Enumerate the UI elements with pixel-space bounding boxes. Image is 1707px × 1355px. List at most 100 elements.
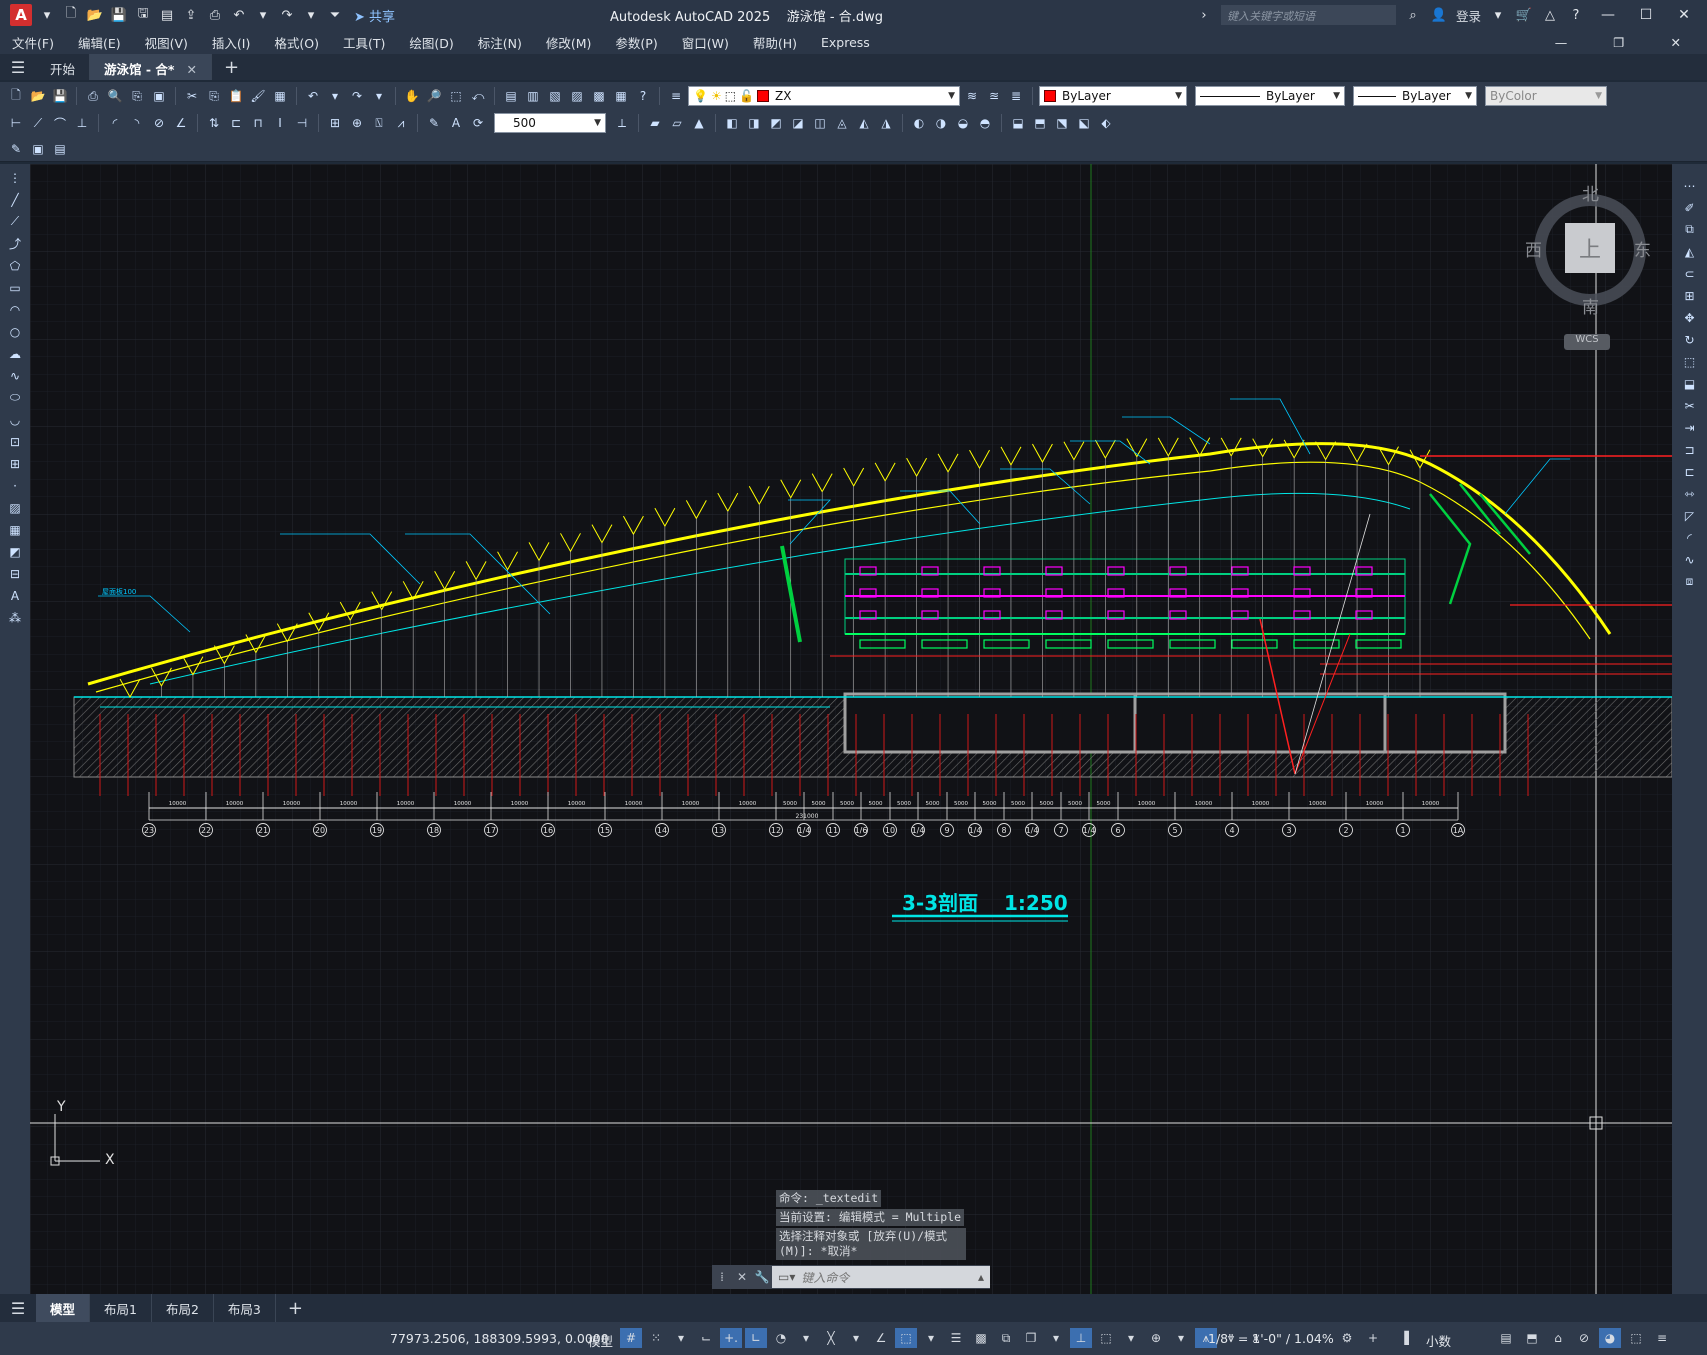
paste-icon[interactable]: 📋 (226, 86, 246, 106)
shell-icon[interactable]: ◐ (909, 113, 929, 133)
array3d-icon[interactable]: ⬔ (1052, 113, 1072, 133)
3d-osnap-icon[interactable]: ❐ (1020, 1328, 1042, 1348)
move3d-icon[interactable]: ⬖ (1096, 113, 1116, 133)
expand-arrow-icon[interactable]: › (1195, 6, 1213, 24)
section-title[interactable]: 3-3剖面 (902, 891, 978, 915)
plot-icon[interactable]: ⎙ (83, 86, 103, 106)
tab-start[interactable]: 开始 (36, 54, 91, 80)
new-icon[interactable]: 🗋 (6, 86, 26, 106)
gear-icon[interactable]: ⚙ (1336, 1328, 1358, 1348)
zoom-window-icon[interactable]: ⬚ (446, 86, 466, 106)
trim-icon[interactable]: ✂ (1681, 396, 1699, 415)
point-icon[interactable]: · (6, 476, 24, 495)
transparency-icon[interactable]: ▩ (970, 1328, 992, 1348)
snap-dropdown-icon[interactable]: ▾ (670, 1328, 692, 1348)
doc-minimize-button[interactable]: — (1543, 35, 1580, 50)
insert-block-icon[interactable]: ⊡ (6, 432, 24, 451)
isolate-icon[interactable]: ⌂ (1547, 1328, 1569, 1348)
jogged-linear-icon[interactable]: ⩘ (391, 113, 411, 133)
thicken-icon[interactable]: ◒ (953, 113, 973, 133)
undo-dropdown-icon[interactable]: ▾ (254, 6, 272, 24)
app-logo[interactable]: A (10, 4, 32, 26)
command-prompt-icon[interactable]: ▭▾ (778, 1270, 795, 1284)
new-file-icon[interactable]: 🗋 (62, 6, 80, 24)
fillet-icon[interactable]: ◜ (1681, 528, 1699, 547)
polyline-icon[interactable]: ⤴ (6, 234, 24, 253)
circle-icon[interactable]: ○ (6, 322, 24, 341)
user-icon[interactable]: 👤 (1430, 6, 1448, 24)
revolve-icon[interactable]: ◪ (788, 113, 808, 133)
cart-icon[interactable]: 🛒 (1515, 6, 1533, 24)
undo-icon[interactable]: ↶ (230, 6, 248, 24)
hatch-icon[interactable]: ▨ (6, 498, 24, 517)
open-file-icon[interactable]: 📂 (86, 6, 104, 24)
union-icon[interactable]: ◬ (832, 113, 852, 133)
menu-window[interactable]: 窗口(W) (670, 33, 741, 52)
gizmo-dropdown-icon[interactable]: ▾ (1170, 1328, 1192, 1348)
center-mark-icon[interactable]: ⊕ (347, 113, 367, 133)
ordinate-icon[interactable]: ⊥ (72, 113, 92, 133)
redo-list-icon[interactable]: ▾ (369, 86, 389, 106)
redo-dropdown-icon[interactable]: ▾ (302, 6, 320, 24)
sheet-set-icon[interactable]: ▨ (567, 86, 587, 106)
save-icon[interactable]: 💾 (50, 86, 70, 106)
pan-icon[interactable]: ✋ (402, 86, 422, 106)
lock-ui-icon[interactable]: ⬒ (1521, 1328, 1543, 1348)
units-icon[interactable]: ▌ (1398, 1328, 1420, 1348)
menu-parametric[interactable]: 参数(P) (603, 33, 669, 52)
share-button[interactable]: ➤ 共享 (354, 6, 395, 25)
save-block-icon[interactable]: ▣ (28, 139, 48, 159)
wcs-menu[interactable]: WCS (1564, 334, 1610, 350)
filter-dropdown-icon[interactable]: ▾ (1120, 1328, 1142, 1348)
revcloud-icon[interactable]: ☁ (6, 344, 24, 363)
make-block-icon[interactable]: ⊞ (6, 454, 24, 473)
close-button[interactable]: ✕ (1669, 7, 1699, 23)
design-center-icon[interactable]: ▥ (523, 86, 543, 106)
gradient-icon[interactable]: ▦ (6, 520, 24, 539)
layer-previous-icon[interactable]: ≊ (984, 86, 1004, 106)
viewcube-top-face[interactable]: 上 (1565, 223, 1615, 273)
slice-icon[interactable]: ◑ (931, 113, 951, 133)
help-icon[interactable]: ? (1567, 6, 1585, 24)
continue-icon[interactable]: ⊓ (248, 113, 268, 133)
cylinder-icon[interactable]: ▱ (667, 113, 687, 133)
undo-list-icon[interactable]: ▾ (325, 86, 345, 106)
dropdown-icon[interactable]: ▾ (38, 6, 56, 24)
tab-layout3[interactable]: 布局3 (214, 1293, 276, 1323)
mirror-icon[interactable]: ◭ (1681, 242, 1699, 261)
explode-icon[interactable]: ⧈ (1681, 572, 1699, 591)
menu-draw[interactable]: 绘图(D) (397, 33, 465, 52)
menu-view[interactable]: 视图(V) (133, 33, 200, 52)
menu-format[interactable]: 格式(O) (262, 33, 331, 52)
dim-style-icon[interactable]: ⟂ (612, 113, 632, 133)
blend-icon[interactable]: ∿ (1681, 550, 1699, 569)
customize-command-icon[interactable]: 🔧 (752, 1270, 772, 1284)
quick-dim-icon[interactable]: ⇅ (204, 113, 224, 133)
minimize-button[interactable]: — (1593, 7, 1623, 23)
command-input[interactable]: ▭▾ 键入命令 ▴ (772, 1266, 990, 1288)
tolerance-icon[interactable]: ⊞ (325, 113, 345, 133)
plotstyle-dropdown[interactable]: ByColor ▼ (1485, 86, 1607, 106)
jogged-icon[interactable]: ◝ (127, 113, 147, 133)
tool-palettes-icon[interactable]: ▧ (545, 86, 565, 106)
dynamic-ucs-icon[interactable]: ⊥ (1070, 1328, 1092, 1348)
align-icon[interactable]: ⬓ (1008, 113, 1028, 133)
clean-screen-icon[interactable]: ⬚ (1625, 1328, 1647, 1348)
layout-menu-icon[interactable]: ☰ (0, 1299, 36, 1318)
diameter-icon[interactable]: ⊘ (149, 113, 169, 133)
block-editor-icon[interactable]: ▦ (270, 86, 290, 106)
doc-close-button[interactable]: ✕ (1659, 35, 1693, 50)
spline-icon[interactable]: ∿ (6, 366, 24, 385)
menu-modify[interactable]: 修改(M) (534, 33, 604, 52)
join-icon[interactable]: ⇿ (1681, 484, 1699, 503)
arc-length-icon[interactable]: ⌒ (50, 113, 70, 133)
graphics-perf-icon[interactable]: ◕ (1599, 1328, 1621, 1348)
linetype-dropdown[interactable]: ByLayer ▼ (1195, 86, 1345, 106)
edit-block-icon[interactable]: ✎ (6, 139, 26, 159)
angular-icon[interactable]: ∠ (171, 113, 191, 133)
rectangle-icon[interactable]: ▭ (6, 278, 24, 297)
maximize-button[interactable]: ☐ (1631, 7, 1661, 23)
move-icon[interactable]: ✥ (1681, 308, 1699, 327)
iso-dropdown-icon[interactable]: ▾ (845, 1328, 867, 1348)
annotation-scale-value[interactable]: 1/8" = 1'-0" / 1.04% (1208, 1331, 1334, 1346)
